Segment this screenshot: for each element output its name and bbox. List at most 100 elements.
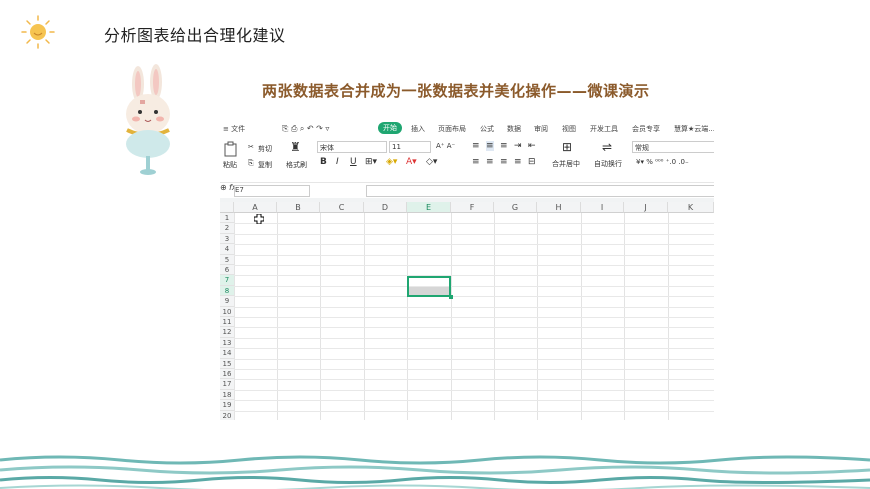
align-bottom-icon[interactable]: ≡ xyxy=(500,141,508,151)
grid-line xyxy=(234,389,714,391)
number-format-value: 常规 xyxy=(635,144,649,152)
row-header-2[interactable]: 2 xyxy=(220,223,234,234)
align-left-icon[interactable]: ≡ xyxy=(472,157,480,167)
merge-icon[interactable]: ⊞ xyxy=(562,140,572,154)
format-painter-icon[interactable]: ♜ xyxy=(290,140,301,154)
tab-developer[interactable]: 开发工具 xyxy=(590,124,618,134)
tab-insert[interactable]: 插入 xyxy=(411,124,425,134)
grid-line xyxy=(234,285,714,287)
row-header-20[interactable]: 20 xyxy=(220,410,234,420)
tab-cloud[interactable]: 慧算★云端... xyxy=(674,124,714,134)
grid-line xyxy=(234,254,714,256)
paste-icon[interactable] xyxy=(224,141,238,157)
wrap-text-button[interactable]: 自动换行 xyxy=(594,159,622,169)
selected-fill xyxy=(409,287,449,295)
row-header-4[interactable]: 4 xyxy=(220,244,234,255)
row-header-17[interactable]: 17 xyxy=(220,379,234,390)
indent-icon[interactable]: ⇥ xyxy=(514,141,522,151)
grid-line xyxy=(234,223,714,225)
column-header-D[interactable]: D xyxy=(364,202,407,213)
font-grow-icon[interactable]: A⁺ A⁻ xyxy=(436,142,455,150)
row-header-12[interactable]: 12 xyxy=(220,327,234,338)
number-format-icons[interactable]: ¥▾ % ⁰⁰⁰ ⁺.0 .0₋ xyxy=(636,158,689,166)
italic-button[interactable]: I xyxy=(336,157,339,167)
fill-handle[interactable] xyxy=(449,295,453,299)
tab-view[interactable]: 视图 xyxy=(562,124,576,134)
grid-line xyxy=(234,379,714,381)
bold-button[interactable]: B xyxy=(320,157,327,167)
wrap-text-icon[interactable]: ⇌ xyxy=(602,140,612,154)
row-header-1[interactable]: 1 xyxy=(220,213,234,224)
tab-home[interactable]: 开始 xyxy=(378,122,402,134)
row-header-6[interactable]: 6 xyxy=(220,265,234,276)
align-middle-icon[interactable]: ≡ xyxy=(486,141,494,151)
corner-cell[interactable] xyxy=(220,202,234,213)
cut-icon[interactable]: ✂ xyxy=(248,143,254,151)
align-center-icon[interactable]: ≡ xyxy=(486,157,494,167)
tab-page-layout[interactable]: 页面布局 xyxy=(438,124,466,134)
tab-review[interactable]: 审阅 xyxy=(534,124,548,134)
row-header-10[interactable]: 10 xyxy=(220,306,234,317)
selected-cell-range[interactable] xyxy=(407,276,451,297)
column-header-E[interactable]: E xyxy=(407,202,451,213)
font-color-icon[interactable]: A▾ xyxy=(406,157,417,167)
merge-center-button[interactable]: 合并居中 xyxy=(552,159,580,169)
grid-line xyxy=(234,327,714,329)
column-header-F[interactable]: F xyxy=(451,202,494,213)
column-header-H[interactable]: H xyxy=(537,202,581,213)
row-header-15[interactable]: 15 xyxy=(220,358,234,369)
row-header-13[interactable]: 13 xyxy=(220,337,234,349)
row-header-16[interactable]: 16 xyxy=(220,369,234,380)
copy-button[interactable]: 复制 xyxy=(258,160,272,170)
justify-icon[interactable]: ≡ xyxy=(514,157,522,167)
fill-color-icon[interactable]: ◈▾ xyxy=(386,157,397,167)
row-header-3[interactable]: 3 xyxy=(220,233,234,245)
grid-line xyxy=(234,275,714,277)
grid-line xyxy=(234,317,714,318)
column-header-J[interactable]: J xyxy=(624,202,668,213)
distribute-icon[interactable]: ⊟ xyxy=(528,157,536,167)
column-header-B[interactable]: B xyxy=(277,202,320,213)
row-header-19[interactable]: 19 xyxy=(220,400,234,411)
outdent-icon[interactable]: ⇤ xyxy=(528,141,536,151)
font-size-select[interactable]: 11 xyxy=(389,141,431,153)
align-top-icon[interactable]: ≡ xyxy=(472,141,480,151)
tab-formulas[interactable]: 公式 xyxy=(480,124,494,134)
row-header-11[interactable]: 11 xyxy=(220,317,234,328)
tab-data[interactable]: 数据 xyxy=(507,124,521,134)
cut-button[interactable]: 剪切 xyxy=(258,144,272,154)
name-box-value: E7 xyxy=(235,186,244,194)
name-box[interactable]: E7 xyxy=(234,185,310,197)
grid-line xyxy=(234,348,714,350)
underline-button[interactable]: U xyxy=(350,157,357,167)
column-header-C[interactable]: C xyxy=(320,202,364,213)
row-header-8[interactable]: 8 xyxy=(220,285,234,297)
row-header-5[interactable]: 5 xyxy=(220,254,234,265)
row-header-9[interactable]: 9 xyxy=(220,296,234,307)
border-icon[interactable]: ⊞▾ xyxy=(365,157,377,167)
font-name-select[interactable]: 宋体 xyxy=(317,141,387,153)
formula-input[interactable] xyxy=(366,185,714,197)
copy-icon[interactable]: ⎘ xyxy=(248,159,254,168)
number-format-select[interactable]: 常规 xyxy=(632,141,714,153)
sheet-grid[interactable]: A B C D E F G H I J K 1 2 3 4 5 6 7 8 9 … xyxy=(220,202,714,420)
zoom-icon[interactable]: ⊕ xyxy=(220,183,227,192)
file-menu[interactable]: ≡ 文件 xyxy=(223,124,245,134)
paste-button[interactable]: 粘贴 xyxy=(223,160,237,170)
row-header-18[interactable]: 18 xyxy=(220,389,234,401)
column-header-K[interactable]: K xyxy=(668,202,714,213)
align-right-icon[interactable]: ≡ xyxy=(500,157,508,167)
grid-line xyxy=(234,400,714,402)
column-header-G[interactable]: G xyxy=(494,202,537,213)
grid-line xyxy=(234,244,714,246)
video-title: 两张数据表合并成为一张数据表并美化操作——微课演示 xyxy=(262,82,650,100)
row-header-14[interactable]: 14 xyxy=(220,348,234,359)
clear-format-icon[interactable]: ◇▾ xyxy=(426,157,437,167)
format-painter-button[interactable]: 格式刷 xyxy=(286,160,307,170)
column-header-A[interactable]: A xyxy=(234,202,277,213)
tab-member[interactable]: 会员专享 xyxy=(632,124,660,134)
column-header-I[interactable]: I xyxy=(581,202,624,213)
row-header-7[interactable]: 7 xyxy=(220,275,234,286)
grid-line xyxy=(234,296,714,298)
bunny-illustration xyxy=(126,64,170,175)
